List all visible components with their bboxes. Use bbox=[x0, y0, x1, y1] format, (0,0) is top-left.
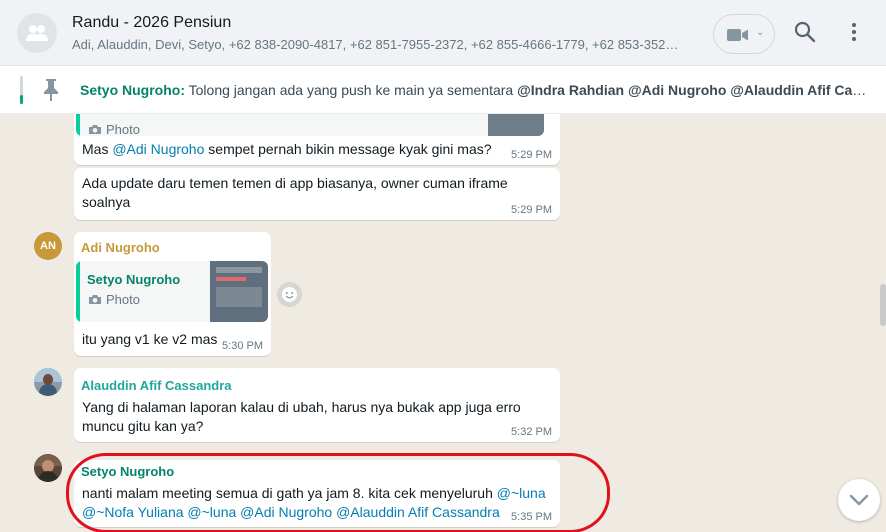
avatar[interactable] bbox=[34, 368, 62, 396]
smiley-icon bbox=[282, 287, 297, 302]
chevron-down-icon: ⌄ bbox=[756, 27, 765, 38]
sender-name[interactable]: Setyo Nugroho bbox=[81, 464, 174, 479]
sender-name[interactable]: Adi Nugroho bbox=[81, 240, 160, 255]
avatar[interactable] bbox=[34, 454, 62, 482]
message-bubble[interactable]: Adi Nugroho Setyo Nugroho Photo itu yang… bbox=[74, 232, 271, 356]
group-avatar[interactable] bbox=[17, 13, 57, 53]
message-bubble[interactable]: Photo Mas @Adi Nugroho sempet pernah bik… bbox=[74, 114, 560, 165]
video-call-icon bbox=[727, 29, 748, 41]
scroll-to-bottom-button[interactable] bbox=[838, 479, 880, 521]
pinned-body: Tolong jangan ada yang push ke main ya s… bbox=[185, 82, 518, 98]
message-bubble[interactable]: Setyo Nugroho nanti malam meeting semua … bbox=[74, 460, 560, 527]
pin-icon bbox=[44, 79, 58, 101]
menu-icon[interactable] bbox=[850, 21, 858, 43]
pinned-mention: @Adi Nugroho bbox=[627, 82, 727, 98]
message-time: 5:35 PM bbox=[511, 511, 552, 523]
quoted-photo-thumbnail bbox=[210, 261, 268, 322]
message-bubble[interactable]: Ada update daru temen temen di app biasa… bbox=[74, 168, 560, 220]
search-icon[interactable] bbox=[794, 21, 816, 43]
quoted-message[interactable]: Photo bbox=[76, 114, 544, 136]
quoted-sender: Setyo Nugroho bbox=[87, 272, 181, 287]
pin-indicator bbox=[20, 76, 23, 104]
pinned-message-text: Setyo Nugroho: Tolong jangan ada yang pu… bbox=[80, 82, 870, 98]
scrollbar[interactable] bbox=[880, 114, 886, 532]
message-time: 5:29 PM bbox=[511, 149, 552, 161]
message-list[interactable]: Photo Mas @Adi Nugroho sempet pernah bik… bbox=[0, 114, 886, 532]
mention-link[interactable]: @~luna bbox=[497, 485, 546, 501]
message-text: nanti malam meeting semua di gath ya jam… bbox=[82, 485, 546, 520]
pinned-mention: @Alauddin Afif Cassandra bbox=[730, 82, 870, 98]
mention-link[interactable]: @Adi Nugroho bbox=[112, 141, 204, 157]
scrollbar-thumb[interactable] bbox=[880, 284, 886, 326]
mention-link[interactable]: @Alauddin Afif Cassandra bbox=[336, 504, 500, 520]
avatar[interactable]: AN bbox=[34, 232, 62, 260]
quoted-photo-thumbnail bbox=[488, 114, 544, 136]
message-text: Yang di halaman laporan kalau di ubah, h… bbox=[82, 399, 521, 434]
camera-icon bbox=[89, 125, 101, 134]
pinned-message-banner[interactable]: Setyo Nugroho: Tolong jangan ada yang pu… bbox=[0, 66, 886, 114]
pinned-mention: @Indra Rahdian bbox=[517, 82, 625, 98]
chevron-down-icon bbox=[849, 494, 869, 506]
mention-link[interactable]: @~luna bbox=[187, 504, 236, 520]
camera-icon bbox=[89, 295, 101, 304]
quoted-photo-label: Photo bbox=[106, 292, 140, 307]
message-bubble[interactable]: Alauddin Afif Cassandra Yang di halaman … bbox=[74, 368, 560, 442]
pinned-sender: Setyo Nugroho: bbox=[80, 82, 185, 98]
quoted-message[interactable]: Setyo Nugroho Photo bbox=[76, 261, 268, 322]
react-button[interactable] bbox=[277, 282, 302, 307]
video-call-button[interactable]: ⌄ bbox=[713, 14, 775, 54]
message-time: 5:30 PM bbox=[222, 340, 263, 352]
chat-title[interactable]: Randu - 2026 Pensiun bbox=[72, 14, 231, 32]
message-text: Mas @Adi Nugroho sempet pernah bikin mes… bbox=[82, 141, 492, 157]
sender-name[interactable]: Alauddin Afif Cassandra bbox=[81, 378, 231, 393]
quoted-photo-label: Photo bbox=[106, 122, 140, 136]
mention-link[interactable]: @~Nofa Yuliana bbox=[82, 504, 184, 520]
member-list[interactable]: Adi, Alauddin, Devi, Setyo, +62 838-2090… bbox=[72, 37, 684, 52]
group-icon bbox=[26, 25, 48, 41]
message-text: Ada update daru temen temen di app biasa… bbox=[82, 175, 508, 210]
message-text: itu yang v1 ke v2 mas bbox=[82, 331, 218, 347]
message-time: 5:32 PM bbox=[511, 426, 552, 438]
mention-link[interactable]: @Adi Nugroho bbox=[240, 504, 332, 520]
message-time: 5:29 PM bbox=[511, 204, 552, 216]
chat-header: Randu - 2026 Pensiun Adi, Alauddin, Devi… bbox=[0, 0, 886, 66]
